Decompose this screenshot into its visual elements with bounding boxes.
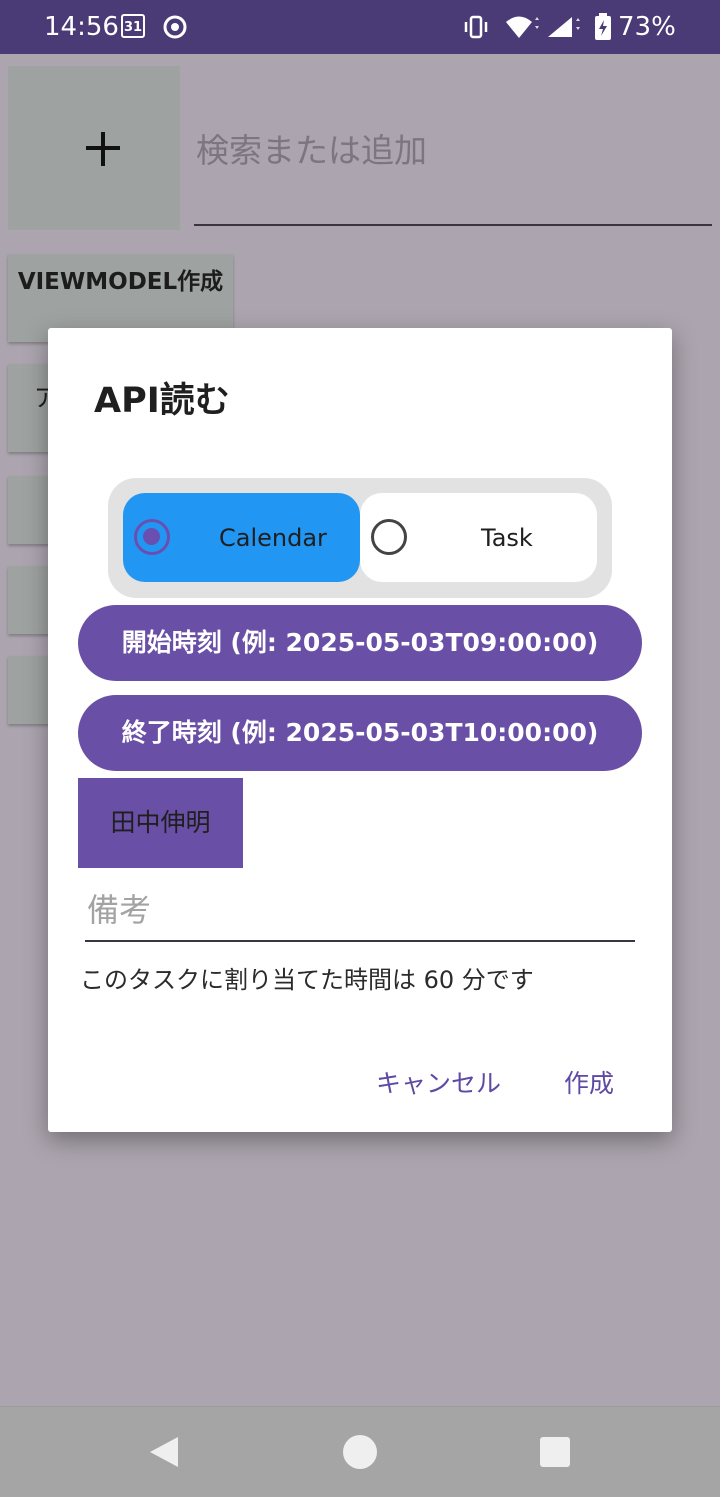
api-read-dialog: API読む Calendar Task 開始時刻 (例: 2025-05-03T…	[48, 328, 672, 1132]
vibrate-icon	[464, 15, 488, 39]
signal-icon	[548, 17, 580, 37]
create-button[interactable]: 作成	[564, 1064, 614, 1100]
allocated-time-text: このタスクに割り当てた時間は 60 分です	[80, 966, 534, 994]
assignee-button[interactable]: 田中伸明	[78, 778, 243, 868]
radio-unselected-icon	[371, 519, 407, 555]
calendar-icon: 31	[121, 14, 145, 38]
recents-icon[interactable]	[540, 1437, 570, 1467]
source-segmented-control: Calendar Task	[108, 478, 612, 598]
navigation-bar	[0, 1406, 720, 1497]
radio-selected-icon	[134, 519, 170, 555]
memo-input[interactable]	[85, 888, 635, 942]
chrome-icon	[163, 15, 187, 39]
segment-calendar[interactable]: Calendar	[123, 493, 360, 582]
segment-calendar-label: Calendar	[219, 524, 327, 552]
battery-icon	[595, 13, 611, 40]
cancel-button[interactable]: キャンセル	[376, 1064, 501, 1100]
home-icon[interactable]	[343, 1435, 377, 1469]
segment-task[interactable]: Task	[360, 493, 597, 582]
segment-task-label: Task	[481, 524, 533, 552]
battery-percent: 73%	[618, 12, 676, 42]
status-time: 14:56	[44, 12, 119, 42]
dialog-title: API読む	[94, 381, 230, 421]
back-icon[interactable]	[148, 1435, 180, 1469]
wifi-icon	[506, 16, 539, 38]
start-time-button[interactable]: 開始時刻 (例: 2025-05-03T09:00:00)	[78, 605, 642, 681]
end-time-button[interactable]: 終了時刻 (例: 2025-05-03T10:00:00)	[78, 695, 642, 771]
status-bar: 14:56 31 73%	[0, 0, 720, 54]
